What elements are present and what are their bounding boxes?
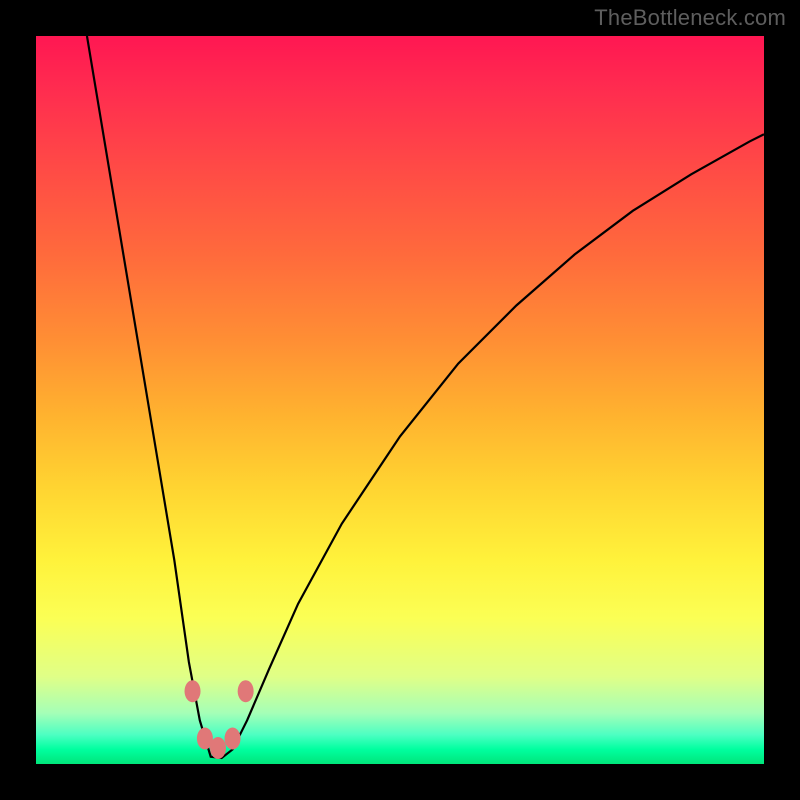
- chart-frame: TheBottleneck.com: [0, 0, 800, 800]
- bottleneck-curve: [87, 36, 764, 758]
- markers: [185, 680, 254, 759]
- curve-layer: [36, 36, 764, 764]
- marker-1: [185, 680, 201, 702]
- marker-3: [210, 737, 226, 759]
- watermark-text: TheBottleneck.com: [594, 5, 786, 31]
- marker-4: [225, 728, 241, 750]
- marker-5: [238, 680, 254, 702]
- plot-area: [36, 36, 764, 764]
